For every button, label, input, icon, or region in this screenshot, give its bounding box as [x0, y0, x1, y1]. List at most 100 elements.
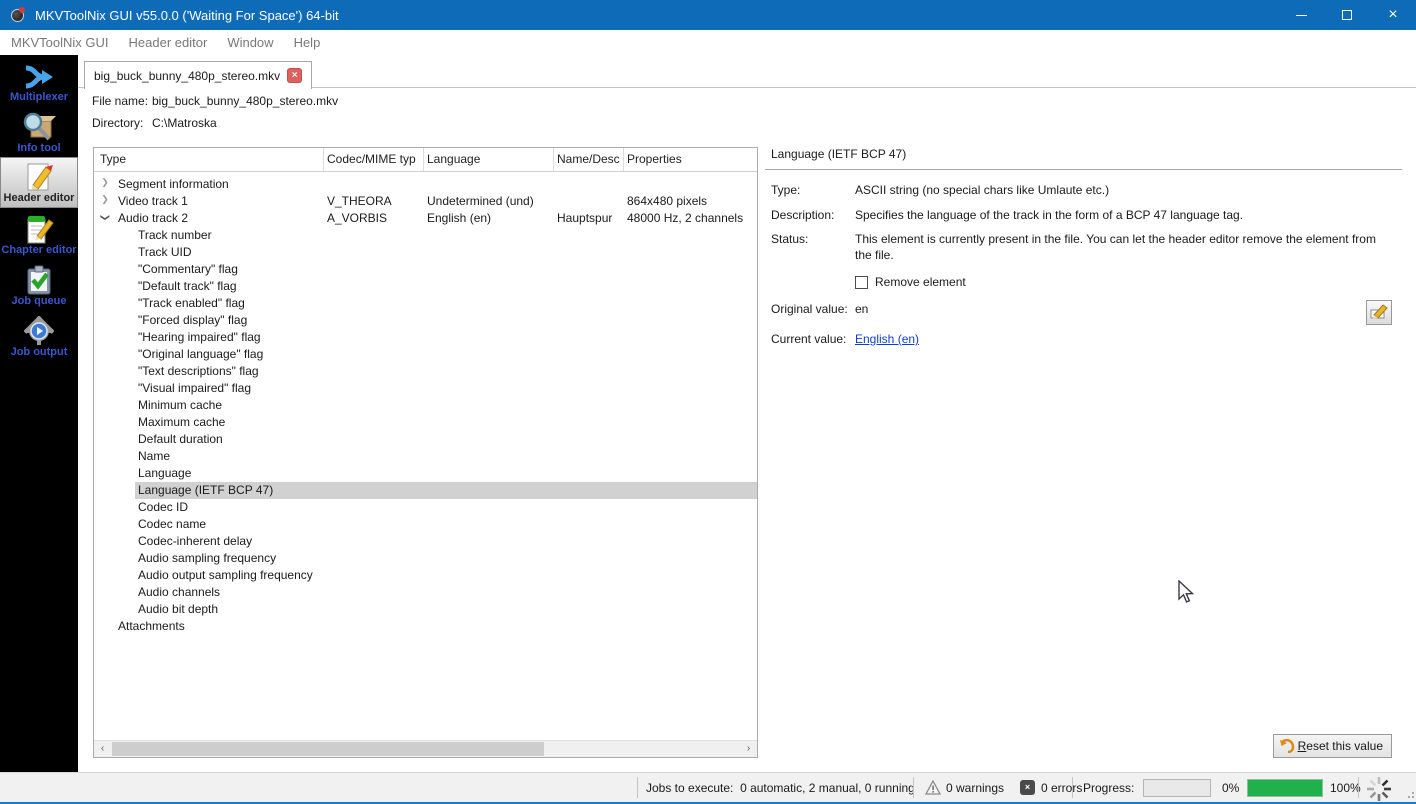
- tree-row[interactable]: Maximum cache: [94, 414, 757, 431]
- type-label: Type:: [771, 183, 801, 197]
- tree-row[interactable]: Codec-inherent delay: [94, 533, 757, 550]
- type-value: ASCII string (no special chars like Umla…: [855, 183, 1110, 197]
- menu-bar: MKVToolNix GUI Header editor Window Help: [0, 30, 1416, 55]
- tree-row[interactable]: ❯ Segment information: [94, 176, 757, 193]
- tree-rows: ❯ Segment information ❯ Video track 1 V_…: [94, 173, 757, 740]
- minimize-button[interactable]: [1278, 0, 1324, 30]
- tree-row[interactable]: "Visual impaired" flag: [94, 380, 757, 397]
- cell-type: "Visual impaired" flag: [138, 381, 252, 395]
- tree-row[interactable]: Audio sampling frequency: [94, 550, 757, 567]
- scroll-right-icon[interactable]: ›: [740, 741, 757, 757]
- tree-row[interactable]: "Commentary" flag: [94, 261, 757, 278]
- remove-element-label: Remove element: [875, 275, 966, 290]
- cell-type: Track UID: [138, 245, 192, 259]
- description-label: Description:: [771, 207, 835, 222]
- tree-row[interactable]: Audio channels: [94, 584, 757, 601]
- sidebar-item-multiplexer[interactable]: Multiplexer: [0, 55, 78, 106]
- sidebar-item-chapter-editor[interactable]: Chapter editor: [0, 208, 78, 259]
- cell-type: "Forced display" flag: [138, 313, 248, 327]
- tree-row[interactable]: "Text descriptions" flag: [94, 363, 757, 380]
- tab-bar: big_buck_bunny_480p_stereo.mkv ×: [78, 55, 1416, 89]
- menu-header-editor[interactable]: Header editor: [119, 30, 218, 55]
- tree-row[interactable]: Minimum cache: [94, 397, 757, 414]
- expander-icon[interactable]: ❯: [98, 194, 112, 205]
- cell-type: Audio channels: [138, 585, 221, 599]
- sidebar-item-header-editor[interactable]: Header editor: [0, 157, 78, 208]
- sidebar-item-job-queue[interactable]: Job queue: [0, 259, 78, 310]
- tab-big-buck-bunny[interactable]: big_buck_bunny_480p_stereo.mkv ×: [84, 61, 313, 89]
- file-info: File name: big_buck_bunny_480p_stereo.mk…: [92, 94, 338, 138]
- tool-sidebar: Multiplexer Info tool Header editor Chap…: [0, 55, 78, 772]
- tree-row[interactable]: Default duration: [94, 431, 757, 448]
- jobs-to-execute-value: 0 automatic, 2 manual, 0 running: [740, 781, 915, 795]
- tree-row[interactable]: Codec ID: [94, 499, 757, 516]
- tree-row[interactable]: Language: [94, 465, 757, 482]
- menu-window[interactable]: Window: [217, 30, 283, 55]
- original-value: en: [855, 302, 869, 317]
- column-header-language[interactable]: Language: [427, 152, 480, 166]
- tree-row[interactable]: "Hearing impaired" flag: [94, 329, 757, 346]
- cell-type: "Commentary" flag: [138, 262, 238, 276]
- remove-element-checkbox[interactable]: [855, 275, 868, 289]
- column-header-properties[interactable]: Properties: [627, 152, 682, 166]
- tree-row[interactable]: "Default track" flag: [94, 278, 757, 295]
- sidebar-item-label: Job queue: [11, 295, 67, 307]
- sidebar-item-label: Job output: [10, 346, 68, 358]
- status-label: Status:: [771, 232, 809, 247]
- column-header-type[interactable]: Type: [100, 152, 126, 166]
- cell-properties: 48000 Hz, 2 channels: [627, 211, 744, 225]
- reset-value-button[interactable]: Reset this value: [1272, 734, 1392, 758]
- expander-icon[interactable]: ❯: [98, 177, 112, 188]
- tree-header: Type Codec/MIME typ Language Name/Desc P…: [94, 148, 757, 172]
- current-value-link[interactable]: English (en): [855, 332, 919, 346]
- expander-icon[interactable]: ❯: [100, 211, 111, 225]
- tree-row[interactable]: ❯ Audio track 2 A_VORBIS English (en) Ha…: [94, 210, 757, 227]
- close-button[interactable]: ×: [1370, 0, 1416, 30]
- tree-row[interactable]: ❯ Video track 1 V_THEORA Undetermined (u…: [94, 193, 757, 210]
- resize-grip[interactable]: [1404, 788, 1414, 798]
- scroll-left-icon[interactable]: ‹: [94, 741, 111, 757]
- total-progress-bar: [1247, 779, 1323, 797]
- element-detail-panel: Language (IETF BCP 47) Type: ASCII strin…: [765, 140, 1402, 758]
- job-queue-icon: [24, 263, 54, 295]
- tree-row[interactable]: Codec name: [94, 516, 757, 533]
- horizontal-scrollbar[interactable]: ‹ ›: [94, 740, 757, 757]
- tree-row[interactable]: Track UID: [94, 244, 757, 261]
- tree-row[interactable]: Attachments: [94, 618, 757, 635]
- cell-type: Codec name: [138, 517, 207, 531]
- scrollbar-thumb[interactable]: [112, 742, 544, 756]
- cell-name: Hauptspur: [557, 211, 613, 225]
- maximize-button[interactable]: [1324, 0, 1370, 30]
- cell-type: Name: [138, 449, 171, 463]
- menu-mkvtoolnix-gui[interactable]: MKVToolNix GUI: [1, 30, 119, 55]
- busy-spinner-icon: [1366, 776, 1392, 804]
- tree-row[interactable]: Name: [94, 448, 757, 465]
- sidebar-item-job-output[interactable]: Job output: [0, 310, 78, 361]
- title-divider: [765, 169, 1402, 170]
- sidebar-item-info-tool[interactable]: Info tool: [0, 106, 78, 157]
- tab-close-icon[interactable]: ×: [287, 68, 303, 83]
- tree-row[interactable]: Track number: [94, 227, 757, 244]
- tree-row[interactable]: Audio output sampling frequency: [94, 567, 757, 584]
- jobs-to-execute-label: Jobs to execute:: [646, 781, 734, 795]
- total-progress-fill: [1248, 780, 1322, 796]
- current-progress-bar: [1143, 779, 1211, 797]
- header-tree-panel: Type Codec/MIME typ Language Name/Desc P…: [93, 147, 758, 758]
- original-value-label: Original value:: [771, 302, 848, 317]
- sidebar-item-label: Info tool: [17, 142, 61, 154]
- cell-type: Audio bit depth: [138, 602, 219, 616]
- column-header-name[interactable]: Name/Desc: [557, 152, 623, 166]
- mouse-cursor: [1178, 579, 1195, 607]
- tree-row[interactable]: "Track enabled" flag: [94, 295, 757, 312]
- tree-row[interactable]: "Original language" flag: [94, 346, 757, 363]
- app-logo-icon: [10, 7, 26, 23]
- column-header-codec[interactable]: Codec/MIME typ: [327, 152, 423, 166]
- cell-type: Language (IETF BCP 47): [138, 483, 274, 497]
- errors-count: 0 errors: [1041, 781, 1083, 795]
- tree-row[interactable]: "Forced display" flag: [94, 312, 757, 329]
- sidebar-item-label: Header editor: [3, 192, 75, 204]
- tree-row[interactable]: Language (IETF BCP 47): [94, 482, 757, 499]
- tree-row[interactable]: Audio bit depth: [94, 601, 757, 618]
- edit-value-button[interactable]: [1366, 300, 1392, 325]
- menu-help[interactable]: Help: [284, 30, 331, 55]
